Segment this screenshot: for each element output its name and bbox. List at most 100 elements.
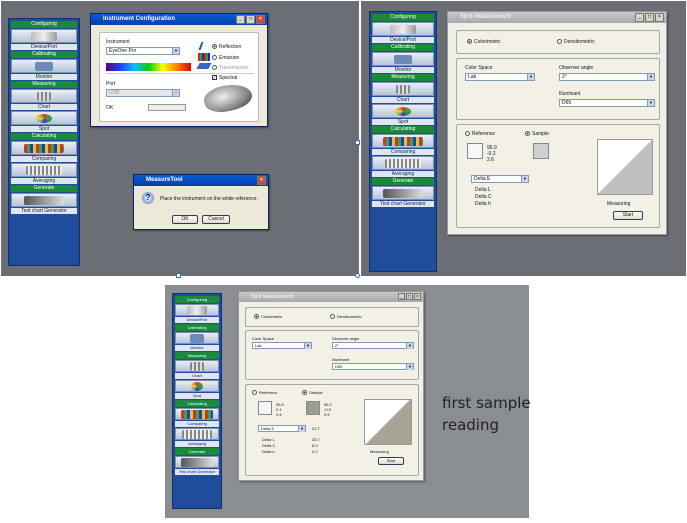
compare-thumb-icon	[383, 136, 423, 146]
sidebar-header-configuring: Configuring	[11, 21, 77, 28]
delta-h-label: Delta h	[262, 449, 275, 454]
sidebar-item-test-chart-generator[interactable]	[175, 456, 219, 468]
sidebar-item-chart[interactable]	[11, 89, 77, 103]
minimize-icon[interactable]: _	[398, 293, 405, 300]
color-space-select[interactable]: Lab ▼	[465, 73, 535, 81]
color-space-label: Color Space	[252, 336, 275, 341]
reflection-radio[interactable]	[212, 44, 217, 50]
sidebar-item-comparing[interactable]	[11, 141, 77, 155]
densitometric-label: Densitometric	[337, 314, 362, 319]
color-space-select[interactable]: Lab ▼	[252, 342, 312, 349]
monitor-thumb-icon	[190, 333, 204, 343]
sidebar-item-spot[interactable]	[372, 104, 434, 118]
sidebar-item-device-port[interactable]	[11, 29, 77, 43]
sidebar-item-averaging[interactable]	[372, 156, 434, 170]
observer-angle-select[interactable]: 2° ▼	[332, 342, 414, 349]
reference-radio[interactable]	[465, 131, 470, 137]
densitometric-radio[interactable]	[557, 39, 562, 45]
delta-values: 30.7 6.9 0.2	[312, 437, 320, 455]
sidebar-item-comparing[interactable]	[175, 408, 219, 420]
reference-option[interactable]: Reference	[252, 390, 277, 396]
start-button[interactable]: Start	[378, 457, 404, 465]
color-space-label: Color Space	[465, 65, 493, 71]
start-button[interactable]: Start	[613, 211, 643, 220]
sidebar-item-spot[interactable]	[11, 111, 77, 125]
sidebar-bottom: Configuring Device/Port Calibrating Moni…	[172, 293, 222, 509]
cancel-button[interactable]: Cancel	[202, 215, 230, 224]
caption-line-2: reading	[442, 416, 499, 434]
sidebar-item-chart[interactable]	[175, 360, 219, 372]
sidebar-header-calibrating: Calibrating	[11, 51, 77, 58]
minimize-icon[interactable]: _	[635, 13, 644, 22]
mode-group: Colorimetric Densitometric	[456, 30, 660, 54]
colorimetric-option[interactable]: Colorimetric	[254, 314, 282, 320]
sidebar-item-comparing[interactable]	[372, 134, 434, 148]
measure-group: Reference Sample 95.9 0.1 2.5 65.2 -0.5 …	[245, 384, 419, 476]
densitometric-radio[interactable]	[330, 314, 335, 320]
colorimetric-radio[interactable]	[254, 314, 259, 320]
transmission-option[interactable]: Transmission	[212, 65, 249, 71]
spot-window-top: Spot Measurement _ □ × Colorimetric Densit…	[447, 11, 667, 235]
illuminant-select[interactable]: D65 ▼	[559, 99, 655, 107]
maximize-icon[interactable]: □	[406, 293, 413, 300]
sample-radio[interactable]	[525, 131, 530, 137]
colorimetric-radio[interactable]	[467, 39, 472, 45]
colorimetric-option[interactable]: Colorimetric	[467, 39, 501, 45]
selection-handle-top[interactable]	[355, 140, 360, 145]
reference-option[interactable]: Reference	[465, 131, 495, 137]
chevron-down-icon: ▼	[172, 90, 179, 96]
sidebar-item-test-chart-generator[interactable]	[372, 186, 434, 200]
transmission-radio[interactable]	[212, 65, 217, 71]
close-icon[interactable]: ×	[257, 176, 266, 185]
spectral-checkbox[interactable]: ✓	[212, 75, 217, 80]
selection-handle-bottom-right[interactable]	[355, 273, 360, 278]
sidebar-item-averaging[interactable]	[175, 428, 219, 440]
sidebar-header-generate: Generate	[175, 448, 219, 455]
densitometric-option[interactable]: Densitometric	[330, 314, 362, 320]
sidebar-header-generate: Generate	[372, 178, 434, 185]
emission-radio[interactable]	[212, 55, 217, 61]
illuminant-select[interactable]: D50 ▼	[332, 363, 414, 370]
ok-button[interactable]: OK	[172, 215, 198, 224]
instrument-group: Instrument EyeOne Pro ▼ Reflection Emissi…	[99, 32, 259, 122]
instrument-select-value: EyeOne Pro	[109, 48, 137, 54]
sidebar-item-device-port[interactable]	[372, 22, 434, 36]
chart-thumb-icon	[396, 84, 410, 94]
close-icon[interactable]: ×	[414, 293, 421, 300]
sidebar-item-averaging[interactable]	[11, 163, 77, 177]
sample-radio[interactable]	[302, 390, 307, 396]
sidebar-item-test-chart-generator[interactable]	[11, 193, 77, 207]
port-select[interactable]: USB ▼	[106, 89, 180, 97]
caption: first sample reading	[442, 392, 531, 436]
sidebar-top-left: Configuring Device/Port Calibrating Moni…	[8, 18, 80, 266]
delta-select[interactable]: Delta E ▼	[258, 425, 306, 432]
sidebar-item-spot[interactable]	[175, 380, 219, 392]
emission-option[interactable]: Emission	[212, 55, 239, 61]
spectral-option[interactable]: ✓ Spectral	[212, 75, 237, 81]
sidebar-item-monitor[interactable]	[372, 52, 434, 66]
sidebar-item-monitor[interactable]	[11, 59, 77, 73]
maximize-icon[interactable]: □	[645, 13, 654, 22]
close-icon[interactable]: ×	[256, 15, 265, 24]
selection-handle-bottom-left[interactable]	[176, 273, 181, 278]
illuminant-value: D65	[562, 100, 572, 106]
close-icon[interactable]: ×	[655, 13, 664, 22]
sidebar-item-monitor[interactable]	[175, 332, 219, 344]
measuring-label: Measuring	[607, 201, 631, 207]
observer-angle-select[interactable]: 2° ▼	[559, 73, 655, 81]
reference-radio[interactable]	[252, 390, 257, 396]
sidebar-item-chart[interactable]	[372, 82, 434, 96]
question-icon: ?	[142, 192, 154, 204]
sample-option[interactable]: Sample	[525, 131, 549, 137]
reflection-option[interactable]: Reflection	[212, 44, 241, 50]
delta-select[interactable]: Delta E ▼	[471, 175, 529, 183]
maximize-icon[interactable]: □	[246, 15, 255, 24]
sidebar-label-spot: Spot	[11, 126, 77, 132]
sidebar-item-device-port[interactable]	[175, 304, 219, 316]
sample-option[interactable]: Sample	[302, 390, 323, 396]
instrument-select[interactable]: EyeOne Pro ▼	[106, 47, 180, 55]
measure-dialog-titlebar: MeasureTool ×	[134, 175, 268, 186]
minimize-icon[interactable]: _	[236, 15, 245, 24]
densitometric-option[interactable]: Densitometric	[557, 39, 595, 45]
sidebar-label-averaging: Averaging	[372, 171, 434, 177]
